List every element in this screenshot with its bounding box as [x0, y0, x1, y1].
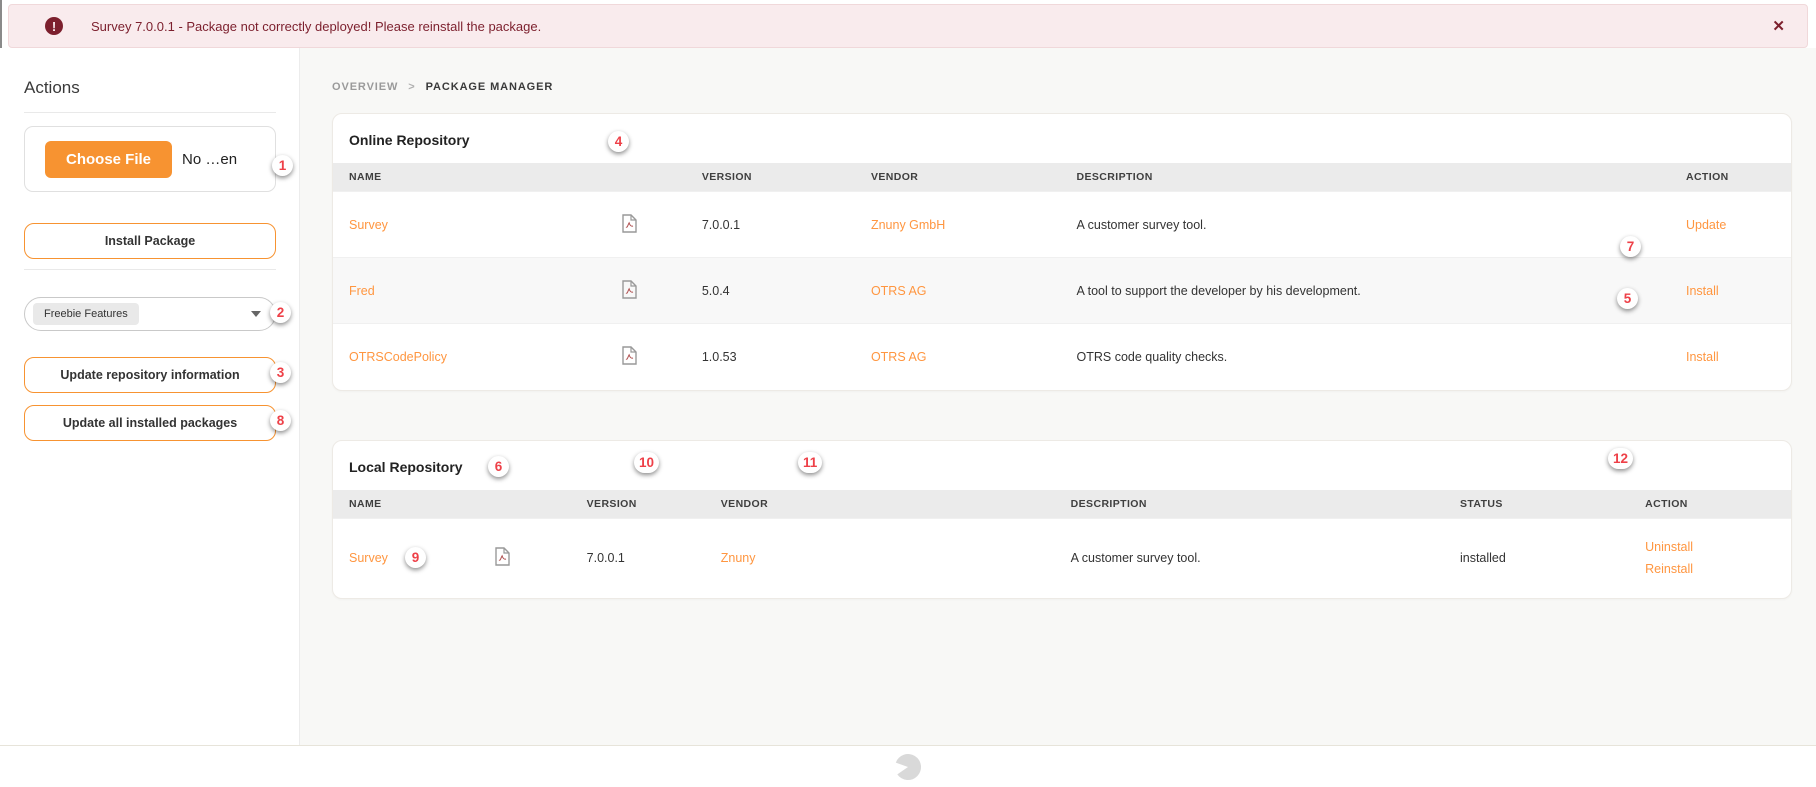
- install-package-button[interactable]: Install Package: [24, 223, 276, 259]
- package-description: OTRS code quality checks.: [1060, 323, 1670, 390]
- package-name-link[interactable]: Survey: [349, 218, 388, 232]
- main-area: OVERVIEW > PACKAGE MANAGER Online Reposi…: [300, 48, 1816, 745]
- update-repository-button[interactable]: Update repository information: [24, 357, 276, 393]
- column-header-description: DESCRIPTION: [1060, 163, 1670, 192]
- column-header-description: DESCRIPTION: [1054, 489, 1444, 518]
- package-version: 7.0.0.1: [685, 191, 855, 258]
- znuny-logo-icon: [895, 754, 922, 781]
- package-manager-page: ! Survey 7.0.0.1 - Package not correctly…: [0, 0, 1816, 787]
- online-repository-table: NAME VERSION VENDOR DESCRIPTION ACTION S…: [333, 163, 1791, 390]
- annotation-badge: 10: [634, 452, 660, 473]
- local-repository-table: NAME VERSION VENDOR DESCRIPTION STATUS A…: [333, 489, 1791, 598]
- page-footer: [0, 745, 1816, 787]
- column-header-status: STATUS: [1443, 489, 1630, 518]
- package-name-link[interactable]: Fred: [349, 284, 375, 298]
- annotation-badge: 12: [1608, 448, 1634, 469]
- table-row: Survey 7.0.0.1 Znuny GmbH A customer sur…: [333, 191, 1791, 258]
- pdf-file-icon[interactable]: [495, 547, 510, 569]
- breadcrumb-current: PACKAGE MANAGER: [425, 81, 554, 93]
- table-header-row: NAME VERSION VENDOR DESCRIPTION STATUS A…: [333, 489, 1791, 518]
- local-repository-title: Local Repository: [349, 458, 463, 475]
- divider: [24, 112, 276, 113]
- online-repository-title: Online Repository: [349, 132, 470, 148]
- close-icon[interactable]: ✕: [1772, 17, 1785, 35]
- package-description: A tool to support the developer by his d…: [1060, 257, 1670, 324]
- pdf-file-icon[interactable]: [621, 279, 637, 302]
- install-action-link[interactable]: Install: [1686, 284, 1719, 298]
- annotation-badge: 4: [608, 131, 629, 152]
- update-all-packages-button[interactable]: Update all installed packages: [24, 405, 276, 441]
- error-banner: ! Survey 7.0.0.1 - Package not correctly…: [8, 4, 1808, 48]
- column-header-version: VERSION: [570, 489, 705, 518]
- annotation-badge: 1: [272, 155, 293, 176]
- error-banner-text: Survey 7.0.0.1 - Package not correctly d…: [91, 18, 542, 34]
- install-action-link[interactable]: Install: [1686, 350, 1719, 364]
- package-version: 5.0.4: [685, 257, 855, 324]
- annotation-badge: 9: [405, 547, 426, 568]
- column-header-vendor: VENDOR: [854, 163, 1061, 192]
- package-description: A customer survey tool.: [1060, 191, 1670, 258]
- breadcrumb-overview-link[interactable]: OVERVIEW: [332, 81, 398, 93]
- update-action-link[interactable]: Update: [1686, 218, 1726, 232]
- chevron-down-icon: [251, 311, 261, 317]
- column-header-action: ACTION: [1669, 163, 1791, 192]
- file-chosen-text: No …en: [182, 150, 238, 168]
- vendor-link[interactable]: Znuny GmbH: [871, 218, 945, 232]
- breadcrumb-separator: >: [408, 81, 416, 93]
- column-header-name: NAME: [333, 163, 686, 192]
- table-header-row: NAME VERSION VENDOR DESCRIPTION ACTION: [333, 163, 1791, 192]
- online-repository-card: Online Repository NAME VERSION VENDOR DE…: [332, 113, 1792, 391]
- table-row: Fred 5.0.4 OTRS AG A tool to support the…: [333, 257, 1791, 324]
- uninstall-action-link[interactable]: Uninstall: [1645, 540, 1783, 554]
- breadcrumb: OVERVIEW > PACKAGE MANAGER: [332, 81, 1792, 93]
- reinstall-action-link[interactable]: Reinstall: [1645, 562, 1783, 576]
- repository-select[interactable]: Freebie Features: [24, 297, 276, 331]
- divider: [24, 269, 276, 270]
- column-header-vendor: VENDOR: [704, 489, 1055, 518]
- column-header-name: NAME: [333, 489, 571, 518]
- pdf-file-icon[interactable]: [621, 213, 637, 236]
- repository-select-value: Freebie Features: [33, 303, 139, 325]
- package-name-link[interactable]: Survey: [349, 551, 388, 565]
- annotation-badge: 2: [270, 302, 291, 323]
- package-version: 1.0.53: [685, 323, 855, 390]
- package-status: installed: [1443, 517, 1630, 598]
- pdf-file-icon[interactable]: [621, 346, 637, 368]
- vendor-link[interactable]: OTRS AG: [871, 284, 927, 298]
- column-header-action: ACTION: [1629, 489, 1791, 518]
- table-row: Survey 7.0.0.1 Znuny A customer survey t…: [333, 517, 1791, 598]
- table-row: OTRSCodePolicy 1.0.53 OTRS AG OTRS code …: [333, 323, 1791, 390]
- package-name-link[interactable]: OTRSCodePolicy: [349, 350, 447, 364]
- exclamation-circle-icon: !: [45, 17, 63, 35]
- package-description: A customer survey tool.: [1054, 517, 1444, 598]
- annotation-badge: 11: [798, 452, 823, 473]
- annotation-badge: 8: [270, 410, 291, 431]
- actions-sidebar: Actions Choose File No …en Install Packa…: [0, 48, 300, 745]
- annotation-badge: 3: [270, 362, 291, 383]
- sidebar-title: Actions: [24, 78, 80, 97]
- package-version: 7.0.0.1: [570, 517, 705, 598]
- annotation-badge: 7: [1620, 236, 1641, 257]
- column-header-version: VERSION: [685, 163, 855, 192]
- vendor-link[interactable]: OTRS AG: [871, 350, 927, 364]
- vendor-link[interactable]: Znuny: [721, 551, 756, 565]
- local-repository-card: Local Repository NAME VERSION VENDOR DES…: [332, 439, 1792, 599]
- annotation-badge: 6: [488, 456, 509, 477]
- choose-file-button[interactable]: Choose File: [45, 140, 173, 178]
- content-area: Actions Choose File No …en Install Packa…: [0, 48, 1816, 745]
- file-upload-box: Choose File No …en: [24, 126, 276, 192]
- annotation-badge: 5: [1617, 288, 1638, 309]
